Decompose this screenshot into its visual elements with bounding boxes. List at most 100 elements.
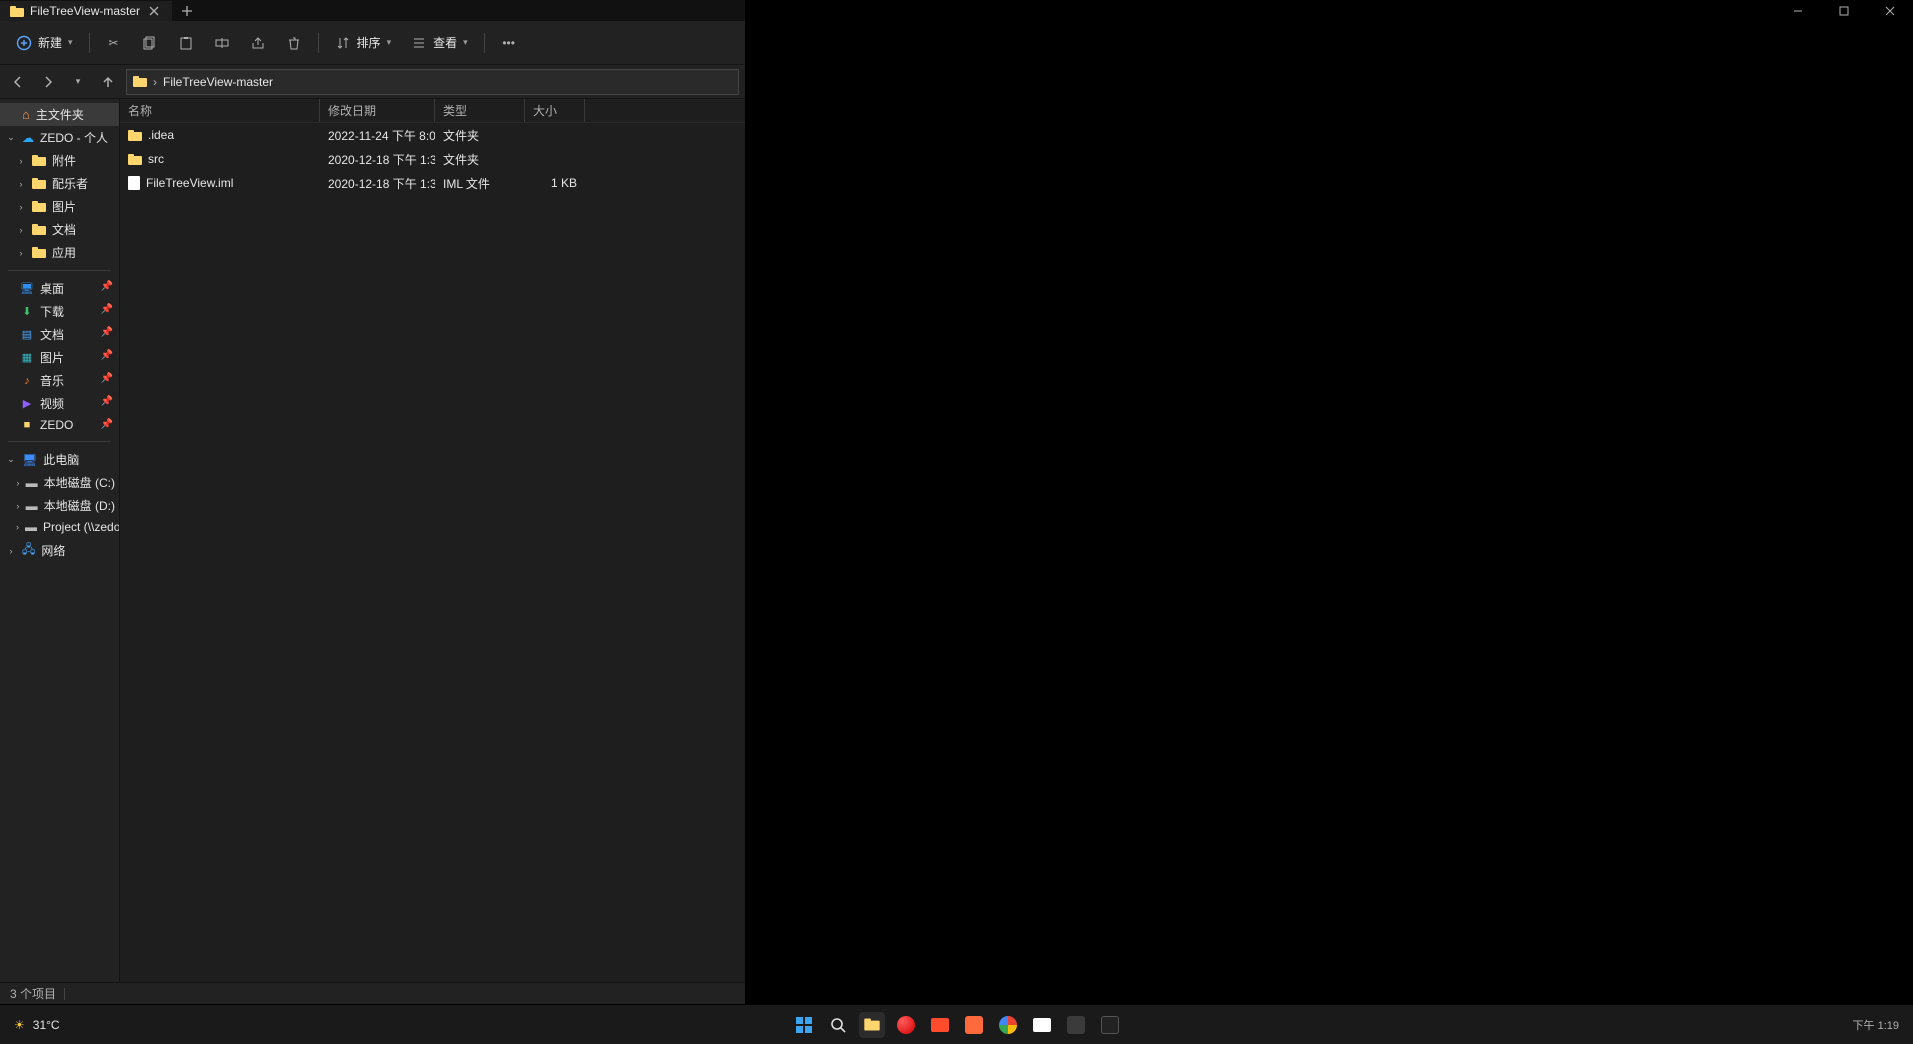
sidebar-drive[interactable]: › ▬ 本地磁盘 (D:) — [0, 494, 119, 517]
chevron-right-icon[interactable]: › — [16, 202, 26, 212]
file-row[interactable]: src 2020-12-18 下午 1:33 文件夹 — [120, 147, 745, 171]
quick-icon: ⬇ — [20, 305, 34, 318]
share-button[interactable] — [242, 31, 274, 55]
tab-close-button[interactable] — [146, 3, 162, 19]
taskbar-app[interactable] — [1063, 1012, 1089, 1038]
folder-icon — [32, 224, 46, 235]
column-header-type[interactable]: 类型 — [435, 99, 525, 122]
secondary-pane — [745, 0, 1913, 1004]
taskbar-app[interactable] — [1029, 1012, 1055, 1038]
rename-button[interactable] — [206, 31, 238, 55]
column-header-date[interactable]: 修改日期 — [320, 99, 435, 122]
app-icon — [1101, 1016, 1119, 1034]
taskbar-app[interactable] — [995, 1012, 1021, 1038]
new-tab-button[interactable] — [172, 0, 202, 21]
folder-icon — [32, 201, 46, 212]
sidebar-quick-item[interactable]: ▶ 视频 📌 — [0, 392, 119, 415]
taskbar-tray[interactable]: 下午 1:19 — [1853, 1017, 1913, 1033]
column-header-label: 修改日期 — [328, 102, 376, 119]
quick-icon: ▤ — [20, 328, 34, 341]
cell-name: src — [120, 152, 320, 166]
cut-button[interactable]: ✂ — [98, 31, 130, 55]
close-button[interactable] — [1867, 0, 1913, 21]
sort-button[interactable]: 排序 ▾ — [327, 30, 400, 55]
taskbar-app[interactable] — [893, 1012, 919, 1038]
taskbar-app[interactable] — [1097, 1012, 1123, 1038]
folder-icon — [32, 155, 46, 166]
titlebar: FileTreeView-master — [0, 0, 745, 21]
tab-strip: FileTreeView-master — [0, 0, 202, 21]
chevron-right-icon[interactable]: › — [16, 522, 19, 532]
sidebar-quick-item[interactable]: ▦ 图片 📌 — [0, 346, 119, 369]
file-row[interactable]: .idea 2022-11-24 下午 8:01 文件夹 — [120, 123, 745, 147]
forward-button[interactable] — [36, 70, 60, 94]
up-button[interactable] — [96, 70, 120, 94]
minimize-button[interactable] — [1775, 0, 1821, 21]
sidebar-quick-item[interactable]: ⬇ 下载 📌 — [0, 300, 119, 323]
taskbar[interactable]: ☀ 31°C 下午 1:19 — [0, 1004, 1913, 1044]
sidebar-quick-item[interactable]: 🖥 桌面 📌 — [0, 277, 119, 300]
plus-circle-icon — [16, 35, 32, 51]
column-header-name[interactable]: 名称 — [120, 99, 320, 122]
recent-button[interactable]: ▾ — [66, 70, 90, 94]
file-explorer-window: FileTreeView-master 新建 ▾ ✂ — [0, 0, 1913, 1004]
sidebar-quick-item[interactable]: ▤ 文档 📌 — [0, 323, 119, 346]
chevron-right-icon[interactable]: › — [16, 179, 26, 189]
file-list: 名称 修改日期 类型 大小 .idea 2022-11-24 下午 8:01 文… — [120, 99, 745, 982]
tab-active[interactable]: FileTreeView-master — [0, 0, 172, 21]
view-button[interactable]: 查看 ▾ — [403, 30, 476, 55]
chevron-right-icon[interactable]: › — [16, 248, 26, 258]
back-button[interactable] — [6, 70, 30, 94]
address-bar[interactable]: › FileTreeView-master — [126, 69, 739, 95]
column-header-size[interactable]: 大小 — [525, 99, 585, 122]
chevron-down-icon[interactable]: ⌄ — [6, 454, 16, 465]
taskbar-app[interactable] — [859, 1012, 885, 1038]
chevron-right-icon[interactable]: › — [16, 156, 26, 166]
sidebar-quick-item[interactable]: ■ ZEDO 📌 — [0, 415, 119, 435]
sidebar-thispc[interactable]: ⌄ 🖥 此电脑 — [0, 448, 119, 471]
sidebar-quick-item[interactable]: ♪ 音乐 📌 — [0, 369, 119, 392]
search-button[interactable] — [825, 1012, 851, 1038]
sidebar-item[interactable]: › 配乐者 — [0, 172, 119, 195]
column-headers: 名称 修改日期 类型 大小 — [120, 99, 745, 123]
chevron-right-icon[interactable]: › — [6, 546, 16, 556]
maximize-button[interactable] — [1821, 0, 1867, 21]
sidebar-network[interactable]: › 🖧 网络 — [0, 537, 119, 564]
sidebar-drive[interactable]: › ▬ 本地磁盘 (C:) — [0, 471, 119, 494]
chevron-right-icon[interactable]: › — [16, 225, 26, 235]
copy-button[interactable] — [134, 31, 166, 55]
delete-button[interactable] — [278, 31, 310, 55]
sidebar-drive[interactable]: › ▬ Project (\\zedo- — [0, 517, 119, 537]
pin-icon: 📌 — [101, 396, 113, 407]
file-row[interactable]: FileTreeView.iml 2020-12-18 下午 1:33 IML … — [120, 171, 745, 195]
chevron-right-icon[interactable]: › — [16, 501, 20, 511]
more-button[interactable]: ••• — [493, 31, 525, 55]
divider — [8, 441, 111, 442]
new-button[interactable]: 新建 ▾ — [8, 30, 81, 55]
taskbar-weather[interactable]: ☀ 31°C — [0, 1018, 60, 1032]
cloud-icon: ☁ — [22, 131, 34, 145]
paste-button[interactable] — [170, 31, 202, 55]
sidebar-item[interactable]: › 附件 — [0, 149, 119, 172]
sidebar-item-label: 桌面 — [40, 280, 64, 297]
taskbar-app[interactable] — [961, 1012, 987, 1038]
sidebar-item[interactable]: › 文档 — [0, 218, 119, 241]
quick-icon: ▦ — [20, 351, 34, 364]
column-header-label: 大小 — [533, 102, 557, 119]
sidebar-personal[interactable]: ⌄ ☁ ZEDO - 个人 — [0, 126, 119, 149]
list-icon — [411, 35, 427, 51]
chevron-right-icon[interactable]: › — [16, 478, 20, 488]
cell-date: 2020-12-18 下午 1:33 — [320, 175, 435, 192]
taskbar-app[interactable] — [927, 1012, 953, 1038]
divider — [64, 988, 65, 1000]
breadcrumb-current[interactable]: FileTreeView-master — [163, 75, 273, 89]
quick-icon: ▶ — [20, 397, 34, 410]
chevron-down-icon[interactable]: ⌄ — [6, 132, 16, 143]
sidebar-item[interactable]: › 图片 — [0, 195, 119, 218]
folder-icon — [864, 1018, 879, 1030]
status-bar: 3 个项目 — [0, 982, 745, 1004]
start-button[interactable] — [791, 1012, 817, 1038]
cell-name: .idea — [120, 128, 320, 142]
sidebar-home[interactable]: › ⌂ 主文件夹 — [0, 103, 119, 126]
sidebar-item[interactable]: › 应用 — [0, 241, 119, 264]
